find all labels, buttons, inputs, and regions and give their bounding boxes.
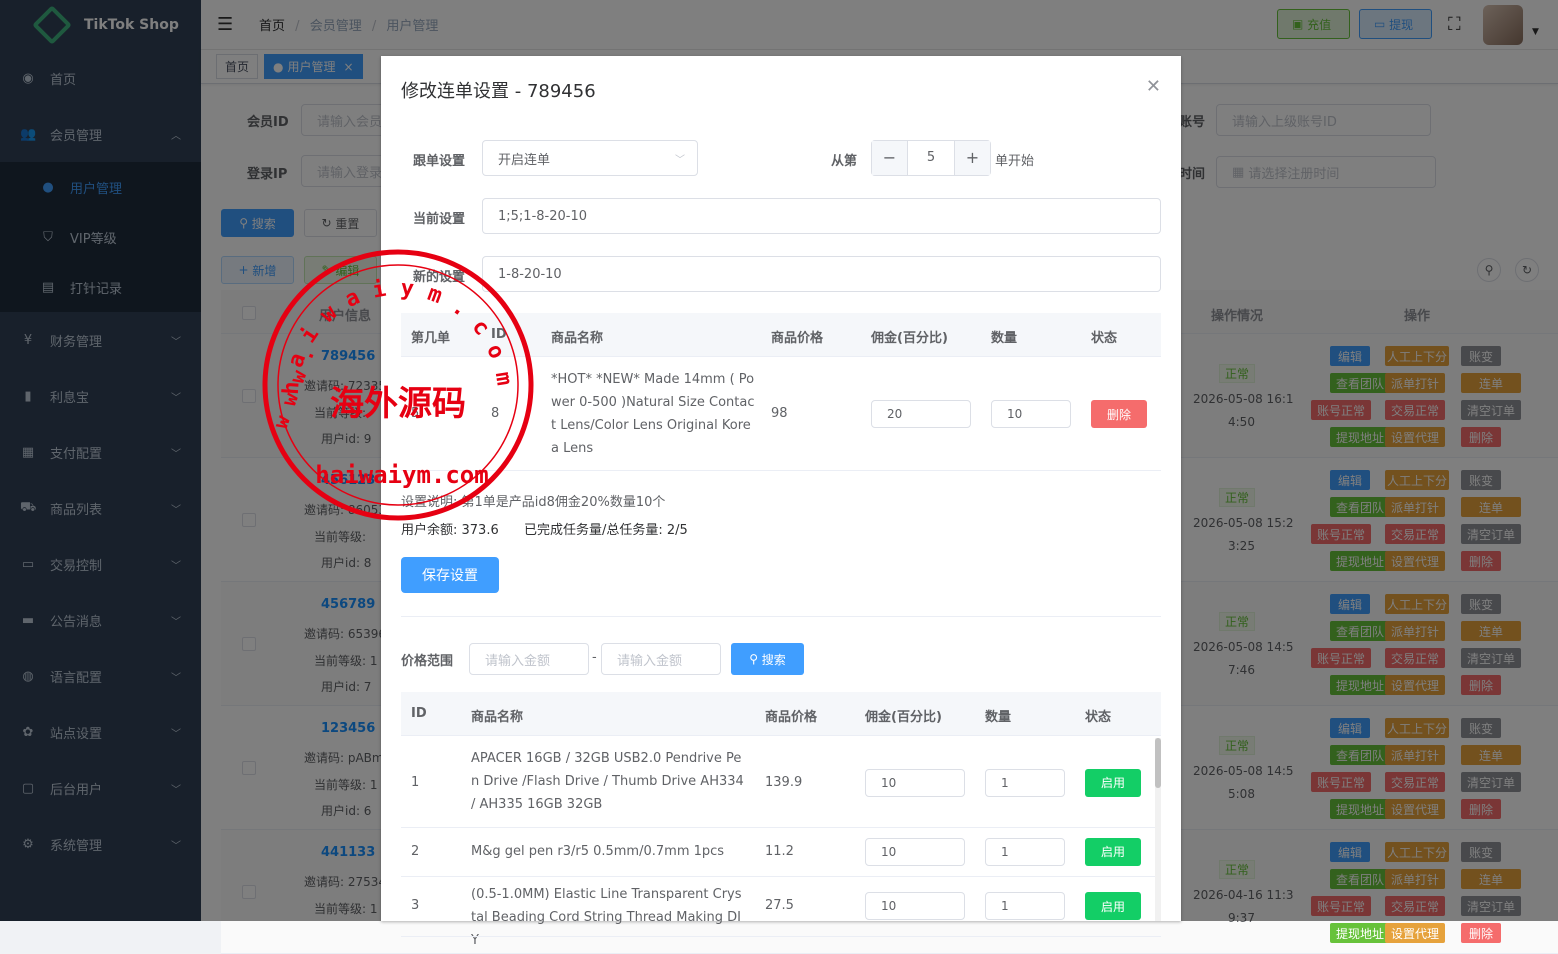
th2-commission: 佣金(百分比) (865, 710, 942, 725)
commission-input[interactable]: 20 (871, 400, 971, 428)
op-button[interactable]: 提现地址 (1330, 923, 1390, 943)
product-qty-value: 1 (1001, 844, 1009, 859)
delete-button[interactable]: 删除 (1091, 400, 1147, 428)
current-value: 1;5;1-8-20-10 (498, 208, 588, 224)
price-search-label: 搜索 (761, 652, 786, 667)
th-qty: 数量 (991, 331, 1018, 346)
close-icon[interactable]: ✕ (1146, 76, 1161, 97)
stamp-bottom-text: haiwaiym.com (315, 461, 488, 489)
new-setting-input[interactable]: 1-8-20-10 (482, 256, 1161, 292)
plus-icon[interactable]: + (954, 141, 990, 175)
product-name: APACER 16GB / 32GB USB2.0 Pendrive Pen D… (471, 751, 744, 812)
product-name: (0.5-1.0MM) Elastic Line Transparent Cry… (471, 887, 742, 948)
product-price: 139.9 (765, 774, 803, 790)
dialog-title: 修改连单设置 - 789456 (401, 81, 596, 102)
table2-header: ID 商品名称 商品价格 佣金(百分比) 数量 状态 (401, 692, 1161, 736)
follow-select[interactable]: 开启连单 ﹀ (482, 140, 698, 176)
enable-label: 启用 (1100, 776, 1125, 790)
th2-price: 商品价格 (765, 710, 818, 725)
scrollbar-thumb[interactable] (1155, 738, 1161, 788)
product-commission-value: 10 (881, 899, 897, 913)
stamp-left-text: w w w . (268, 344, 319, 431)
follow-label: 跟单设置 (413, 154, 466, 169)
cell-name: *HOT* *NEW* Made 14mm ( Power 0-500 )Nat… (551, 372, 755, 456)
product-id: 3 (411, 898, 420, 913)
enable-button[interactable]: 启用 (1085, 837, 1141, 866)
row-divider (401, 827, 1161, 828)
th-commission: 佣金(百分比) (871, 331, 948, 346)
save-label: 保存设置 (422, 568, 478, 584)
cell-price: 98 (771, 406, 788, 421)
product-id: 2 (411, 843, 420, 859)
th2-qty: 数量 (985, 710, 1012, 725)
max-price-placeholder: 请输入金额 (617, 653, 683, 669)
product-commission-input[interactable]: 10 (865, 892, 965, 920)
current-setting-input[interactable]: 1;5;1-8-20-10 (482, 198, 1161, 234)
product-commission-input[interactable]: 10 (865, 768, 965, 797)
row-divider (401, 876, 1161, 877)
product-name: M&g gel pen r3/r5 0.5mm/0.7mm 1pcs (471, 843, 725, 859)
op-button[interactable]: 设置代理 (1385, 923, 1445, 943)
product-price: 11.2 (765, 843, 794, 859)
op-button[interactable]: 删除 (1461, 923, 1501, 943)
product-qty-input[interactable]: 1 (985, 892, 1065, 920)
from-label: 从第 (831, 154, 858, 169)
th-name: 商品名称 (551, 331, 604, 346)
product-commission-value: 10 (881, 775, 897, 790)
product-commission-value: 10 (881, 844, 897, 859)
enable-button[interactable]: 启用 (1085, 892, 1141, 920)
commission-value: 20 (887, 407, 903, 421)
th2-name: 商品名称 (471, 710, 524, 725)
from-stepper[interactable]: − 5 + (871, 140, 991, 176)
enable-button[interactable]: 启用 (1085, 768, 1141, 797)
min-price-placeholder: 请输入金额 (485, 653, 551, 669)
search-icon: ⚲ (749, 652, 762, 666)
product-qty-value: 1 (1001, 775, 1009, 790)
current-label: 当前设置 (413, 212, 466, 227)
product-price: 27.5 (765, 898, 794, 913)
product-qty-input[interactable]: 1 (985, 768, 1065, 797)
qty-value: 10 (1007, 407, 1023, 421)
product-qty-input[interactable]: 1 (985, 837, 1065, 866)
th2-status: 状态 (1085, 710, 1112, 725)
chevron-down-icon: ﹀ (675, 154, 685, 166)
section-divider (401, 616, 1161, 617)
row-divider (401, 936, 1161, 937)
scrollbar-track[interactable] (1155, 738, 1161, 921)
stamp-arc-text: h a i w a i y m . c o m (279, 276, 517, 396)
max-price-input[interactable]: 请输入金额 (601, 643, 721, 675)
th2-id: ID (411, 706, 427, 721)
range-dash: - (592, 650, 597, 665)
qty-input[interactable]: 10 (991, 400, 1071, 428)
from-suffix: 单开始 (995, 154, 1035, 169)
save-settings-button[interactable]: 保存设置 (401, 557, 499, 593)
watermark-stamp: h a i w a i y m . c o m w w w . 海外源码 hai… (262, 249, 534, 521)
product-commission-input[interactable]: 10 (865, 837, 965, 866)
enable-label: 启用 (1100, 899, 1125, 914)
from-value[interactable]: 5 (908, 141, 954, 175)
enable-label: 启用 (1100, 845, 1125, 859)
th-status: 状态 (1091, 331, 1118, 346)
price-range-label: 价格范围 (401, 654, 454, 669)
product-qty-value: 1 (1001, 899, 1009, 913)
stamp-center-text: 海外源码 (330, 384, 466, 424)
th-price: 商品价格 (771, 331, 824, 346)
delete-label: 删除 (1106, 407, 1131, 422)
min-price-input[interactable]: 请输入金额 (469, 643, 589, 675)
follow-value: 开启连单 (498, 152, 551, 168)
minus-icon[interactable]: − (872, 141, 908, 175)
price-search-button[interactable]: ⚲ 搜索 (731, 643, 804, 675)
product-id: 1 (411, 774, 420, 790)
task-progress: 已完成任务量/总任务量: 2/5 (524, 523, 688, 538)
